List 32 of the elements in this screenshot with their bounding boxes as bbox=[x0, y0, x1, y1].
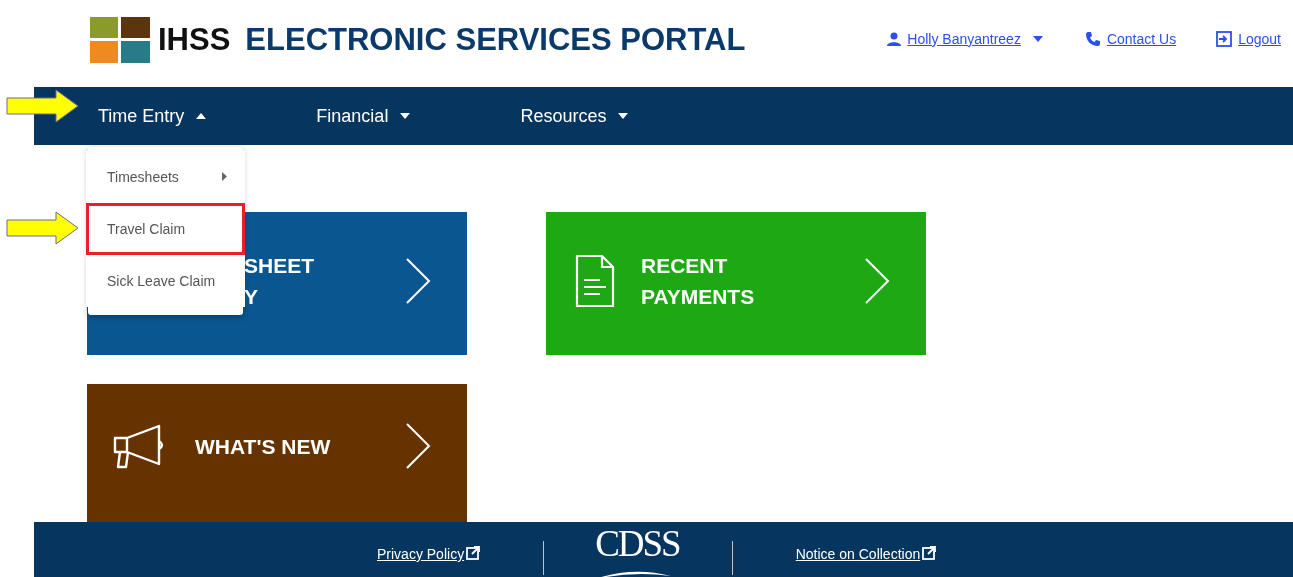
menu-item[interactable]: Timesheets bbox=[86, 150, 245, 203]
sign-in-icon bbox=[1216, 30, 1233, 47]
logo-icon bbox=[90, 16, 150, 63]
notice-on-collection-link[interactable]: Notice on Collection bbox=[795, 546, 937, 562]
menu-item[interactable]: Travel Claim bbox=[86, 202, 245, 255]
user-menu-link[interactable]: Holly Banyantreez bbox=[887, 30, 1043, 47]
person-icon bbox=[887, 31, 902, 46]
phone-icon bbox=[1084, 30, 1101, 47]
portal-title: ELECTRONIC SERVICES PORTAL bbox=[245, 21, 746, 58]
external-link-icon bbox=[466, 546, 481, 560]
caret-icon bbox=[400, 113, 411, 119]
chevron-right-icon bbox=[405, 257, 431, 305]
nav-menu-item[interactable]: Time Entry bbox=[98, 105, 207, 127]
document-icon bbox=[575, 254, 615, 308]
logout-link[interactable]: Logout bbox=[1216, 30, 1281, 47]
caret-icon bbox=[618, 113, 629, 119]
nav-menu-item[interactable]: Resources bbox=[520, 105, 629, 127]
chevron-right-icon bbox=[405, 422, 431, 470]
menu-item[interactable]: Sick Leave Claim bbox=[86, 254, 245, 307]
caret-icon bbox=[196, 113, 207, 119]
nav-menu-item[interactable]: Financial bbox=[316, 105, 411, 127]
contact-link[interactable]: Contact Us bbox=[1084, 30, 1177, 47]
footer-logo: CDSS bbox=[595, 524, 680, 577]
chevron-right-icon bbox=[864, 257, 890, 305]
brand-name: IHSS bbox=[158, 21, 231, 58]
arrow-icon bbox=[6, 88, 80, 123]
caret-icon bbox=[1032, 35, 1043, 42]
privacy-policy-link[interactable]: Privacy Policy bbox=[377, 546, 481, 562]
arrow-icon bbox=[6, 210, 80, 245]
external-link-icon bbox=[922, 546, 937, 560]
submenu-arrow-icon bbox=[222, 172, 227, 181]
dashboard-tile[interactable]: WHAT'S NEW bbox=[87, 384, 467, 522]
